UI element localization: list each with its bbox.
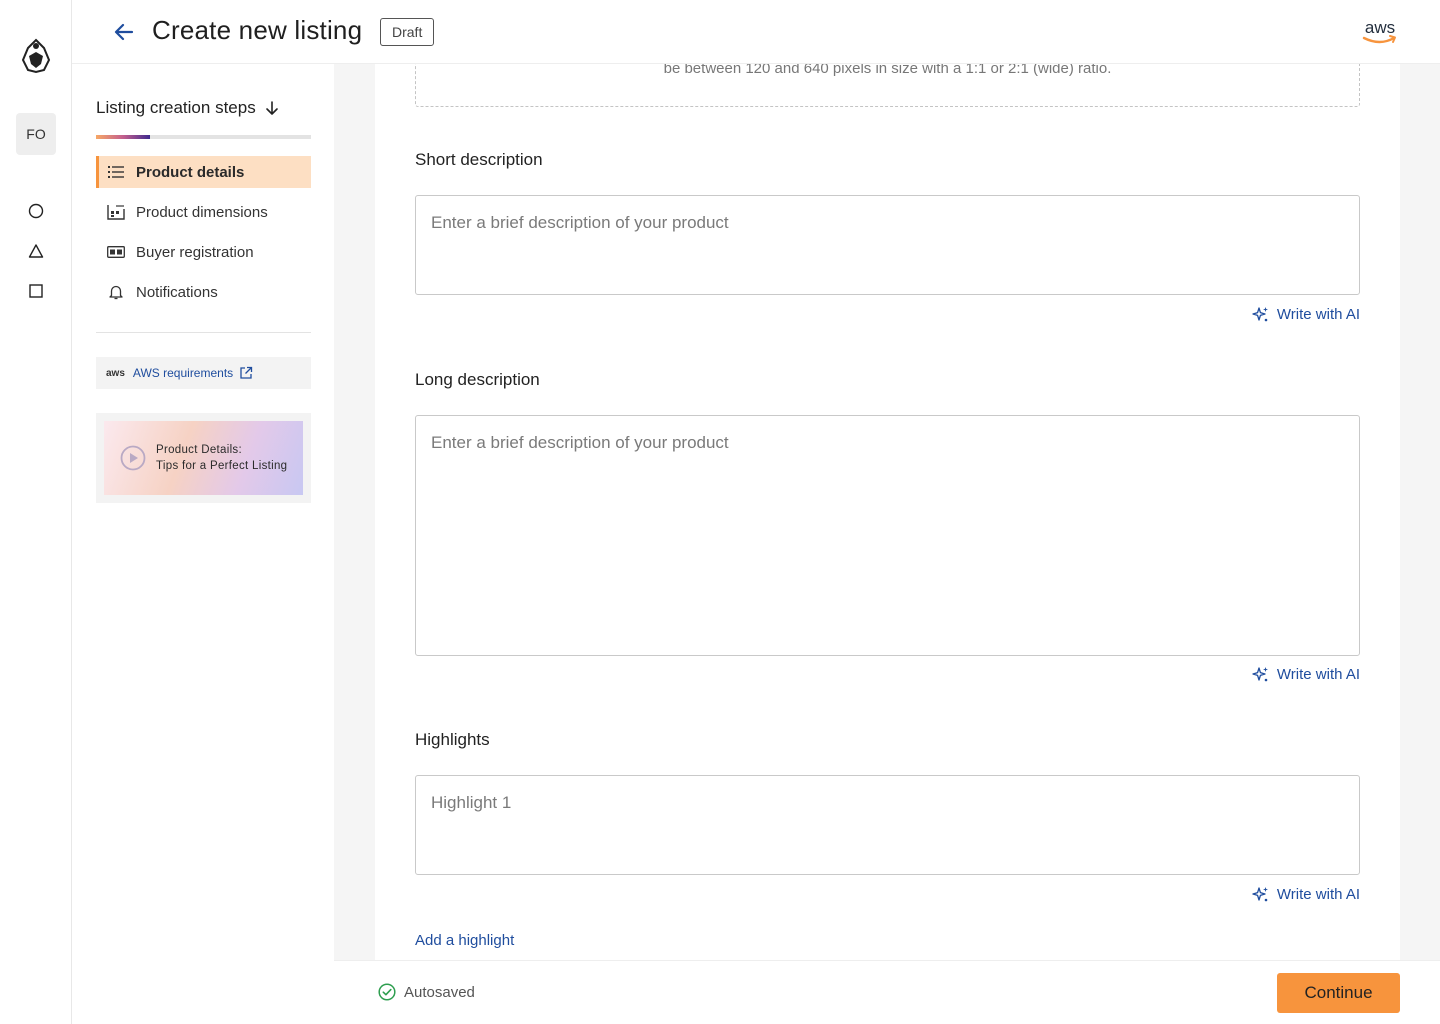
write-with-ai-long-button[interactable]: Write with AI	[1252, 666, 1360, 683]
tips-video-card[interactable]: Product Details: Tips for a Perfect List…	[96, 413, 311, 503]
aws-logo-text: aws	[1365, 18, 1395, 37]
steps-progress-bar	[96, 135, 311, 139]
write-with-ai-short-button[interactable]: Write with AI	[1252, 306, 1360, 323]
highlight-1-input[interactable]	[415, 775, 1360, 875]
short-description-label: Short description	[415, 150, 543, 169]
write-with-ai-label: Write with AI	[1276, 306, 1360, 323]
form-footer: Autosaved Continue	[334, 960, 1440, 1024]
back-arrow-icon[interactable]	[112, 20, 136, 44]
id-card-icon	[107, 243, 125, 261]
product-details-form: be between 120 and 640 pixels in size wi…	[375, 64, 1400, 960]
sidebar-divider	[96, 332, 311, 333]
write-with-ai-label: Write with AI	[1276, 666, 1360, 683]
write-with-ai-label: Write with AI	[1276, 886, 1360, 903]
step-buyer-registration[interactable]: Buyer registration	[96, 236, 311, 268]
video-title-line-1: Product Details:	[156, 444, 242, 456]
sparkle-icon	[1252, 887, 1268, 902]
app-rail: FO	[0, 0, 72, 1024]
square-icon[interactable]	[28, 283, 44, 299]
step-label: Product details	[136, 163, 245, 181]
step-product-details[interactable]: Product details	[96, 156, 311, 188]
sparkle-icon	[1252, 307, 1268, 322]
user-avatar[interactable]: FO	[16, 113, 56, 155]
progress-fill	[96, 135, 150, 139]
video-title-line-2: Tips for a Perfect Listing	[156, 460, 288, 472]
triangle-icon[interactable]	[28, 243, 44, 259]
bell-icon	[107, 283, 125, 301]
video-thumbnail: Product Details: Tips for a Perfect List…	[104, 421, 303, 495]
play-icon	[120, 445, 146, 471]
autosave-label: Autosaved	[404, 983, 475, 1001]
autosave-status: Autosaved	[378, 983, 475, 1001]
aws-mini-logo: aws	[106, 367, 125, 379]
external-link-icon	[240, 366, 253, 379]
add-highlight-link[interactable]: Add a highlight	[415, 932, 514, 949]
short-description-input[interactable]	[415, 195, 1360, 295]
write-with-ai-highlight-button[interactable]: Write with AI	[1252, 886, 1360, 903]
long-description-input[interactable]	[415, 415, 1360, 656]
step-label: Buyer registration	[136, 243, 254, 261]
check-circle-icon	[378, 983, 396, 1001]
dimensions-icon	[107, 203, 125, 221]
dropzone-hint: be between 120 and 640 pixels in size wi…	[663, 64, 1112, 77]
long-description-label: Long description	[415, 370, 540, 389]
step-label: Notifications	[136, 283, 218, 301]
steps-heading[interactable]: Listing creation steps	[96, 98, 280, 118]
app-logo-icon[interactable]	[20, 38, 52, 74]
page-header: Create new listing Draft aws	[72, 0, 1440, 64]
status-badge: Draft	[380, 18, 435, 46]
image-dropzone[interactable]: be between 120 and 640 pixels in size wi…	[415, 64, 1360, 107]
video-title: Product Details: Tips for a Perfect List…	[156, 442, 287, 474]
page-title: Create new listing	[152, 15, 363, 45]
steps-heading-label: Listing creation steps	[96, 98, 256, 117]
step-product-dimensions[interactable]: Product dimensions	[96, 196, 311, 228]
sparkle-icon	[1252, 667, 1268, 682]
list-icon	[107, 163, 125, 181]
listing-steps-sidebar: Listing creation steps Product details P…	[72, 64, 334, 1024]
aws-logo: aws	[1362, 18, 1396, 44]
step-notifications[interactable]: Notifications	[96, 276, 311, 308]
aws-requirements-link[interactable]: aws AWS requirements	[96, 357, 311, 389]
circle-icon[interactable]	[28, 203, 44, 219]
continue-button[interactable]: Continue	[1277, 973, 1400, 1013]
step-label: Product dimensions	[136, 203, 268, 221]
highlights-label: Highlights	[415, 730, 490, 749]
aws-requirements-label: AWS requirements	[132, 366, 234, 380]
arrow-down-icon	[265, 101, 278, 115]
